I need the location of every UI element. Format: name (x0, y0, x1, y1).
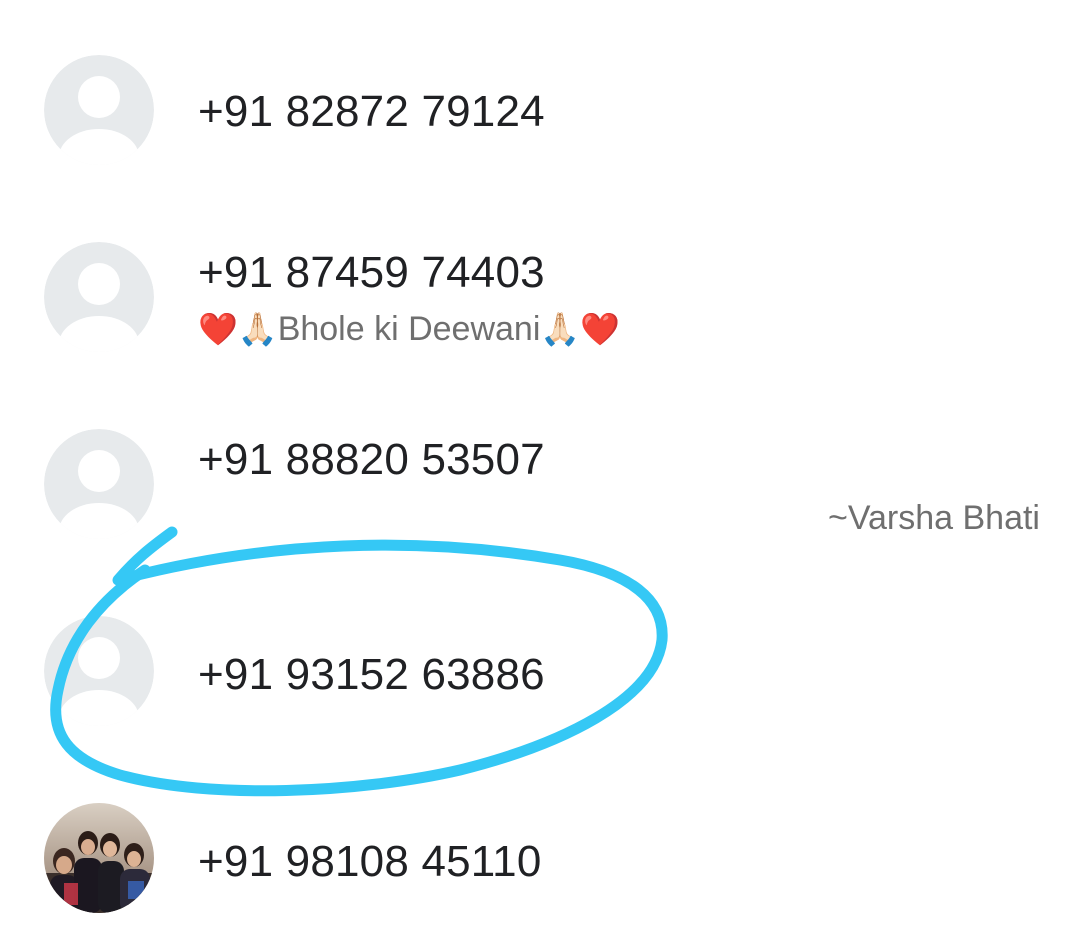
contact-row[interactable]: +91 87459 74403 ❤️🙏🏻Bhole ki Deewani🙏🏻❤️ (0, 242, 1080, 372)
default-avatar-icon[interactable] (44, 242, 154, 352)
praying-hands-heart-emoji-icon: 🙏🏻❤️ (540, 310, 621, 348)
group-photo-icon (44, 803, 154, 913)
default-avatar-icon[interactable] (44, 55, 154, 165)
contact-phone: +91 98108 45110 (198, 837, 542, 886)
contact-row[interactable]: +91 82872 79124 (0, 55, 1080, 185)
about-text: Bhole ki Deewani (277, 310, 541, 348)
contact-phone: +91 87459 74403 (198, 248, 545, 297)
default-avatar-icon[interactable] (44, 429, 154, 539)
contact-phone: +91 82872 79124 (198, 87, 545, 136)
contact-row[interactable]: +91 88820 53507 ~Varsha Bhati (0, 429, 1080, 559)
contact-phone: +91 88820 53507 (198, 435, 545, 484)
heart-praying-hands-emoji-icon: ❤️🙏🏻 (198, 310, 278, 348)
default-avatar-icon[interactable] (44, 616, 154, 726)
group-photo-avatar[interactable] (44, 803, 154, 913)
contact-about: ❤️🙏🏻Bhole ki Deewani🙏🏻❤️ (198, 310, 620, 349)
contact-push-name: ~Varsha Bhati (827, 499, 1040, 537)
contact-phone: +91 93152 63886 (198, 650, 545, 699)
contact-row[interactable]: +91 98108 45110 (0, 803, 1080, 933)
contact-row-highlighted[interactable]: +91 93152 63886 (0, 616, 1080, 746)
